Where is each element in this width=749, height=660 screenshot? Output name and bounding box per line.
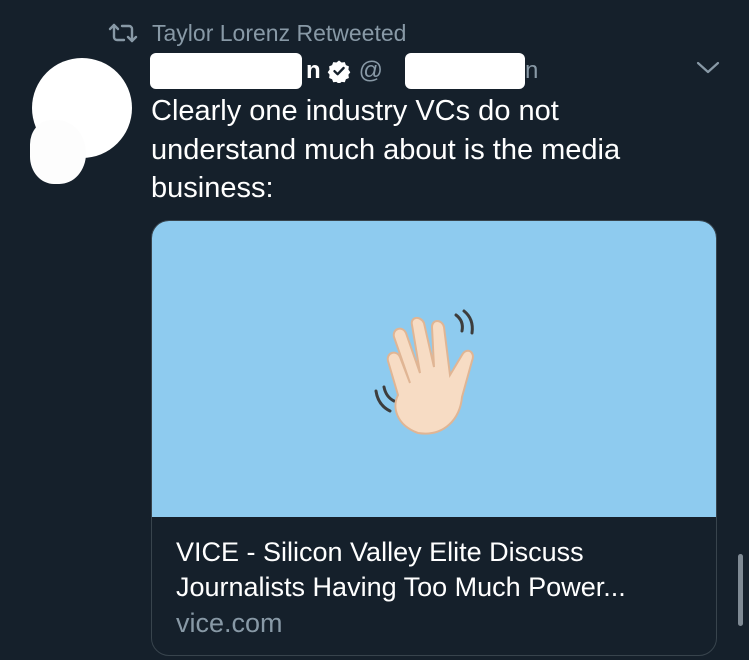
card-title[interactable]: VICE - Silicon Valley Elite Discuss Jour… (176, 535, 696, 605)
retweet-context: Taylor Lorenz Retweeted (108, 18, 406, 48)
retweet-icon (108, 21, 138, 45)
verified-badge-icon (327, 59, 351, 83)
chevron-down-icon[interactable] (694, 56, 722, 80)
tweet-text: Clearly one industry VCs do not understa… (151, 95, 621, 204)
card-domain: vice.com (176, 608, 283, 638)
waving-hand-icon (374, 309, 474, 435)
retweet-label[interactable]: Taylor Lorenz Retweeted (152, 20, 406, 47)
author-handle-prefix: @ (358, 57, 384, 84)
name-redaction (150, 53, 302, 89)
avatar-redaction (30, 120, 86, 184)
handle-redaction (405, 53, 526, 89)
tweet[interactable]: Taylor Lorenz Retweeted n @ n Clearly on… (0, 0, 749, 660)
author-handle[interactable]: n (525, 57, 538, 85)
tweet-header: n @ n (150, 48, 670, 94)
card-image[interactable] (152, 221, 716, 517)
link-card[interactable]: VICE - Silicon Valley Elite Discuss Jour… (151, 220, 717, 656)
scrollbar-thumb[interactable] (738, 554, 743, 626)
author-name[interactable]: n (306, 57, 321, 85)
